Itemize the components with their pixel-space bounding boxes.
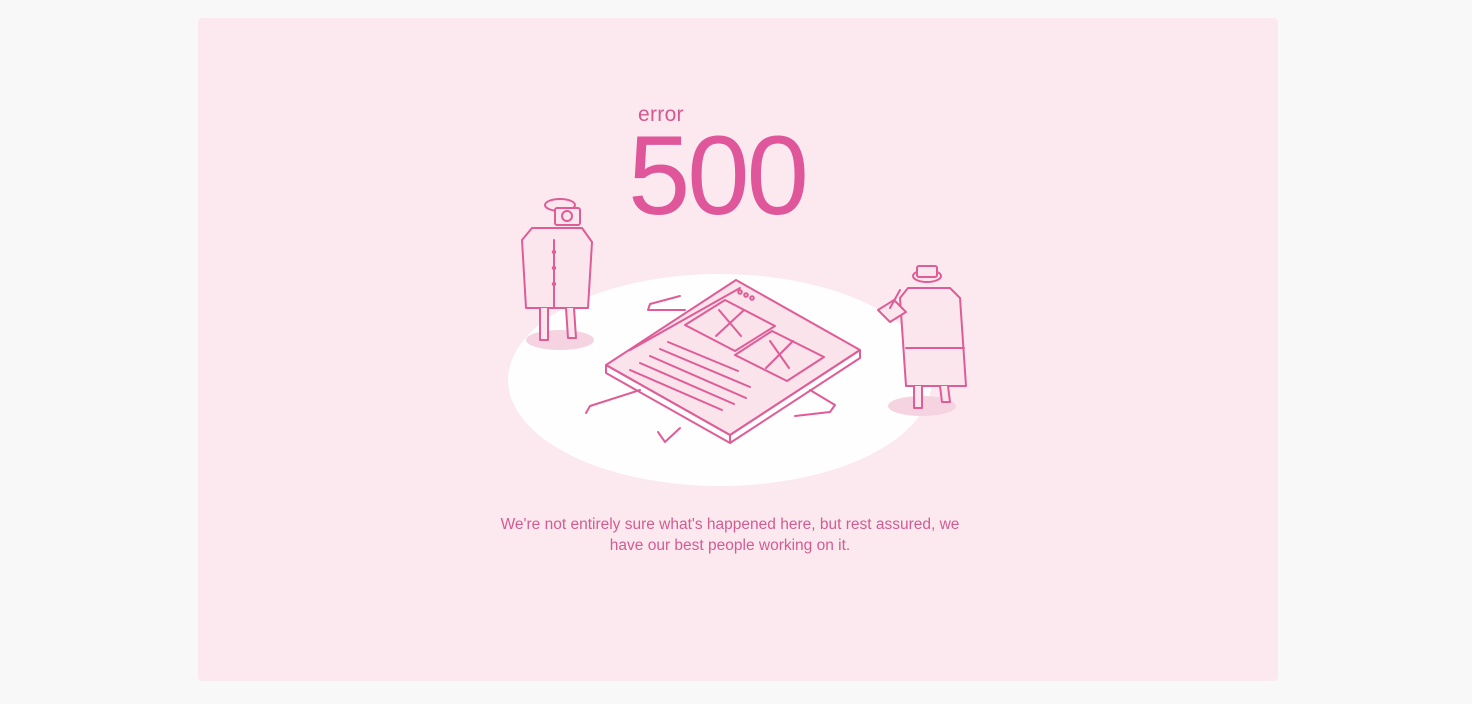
page: error 500 We're not entirely sure what's… xyxy=(0,0,1472,704)
error-message: We're not entirely sure what's happened … xyxy=(500,516,960,554)
crime-scene-illustration xyxy=(508,198,967,486)
